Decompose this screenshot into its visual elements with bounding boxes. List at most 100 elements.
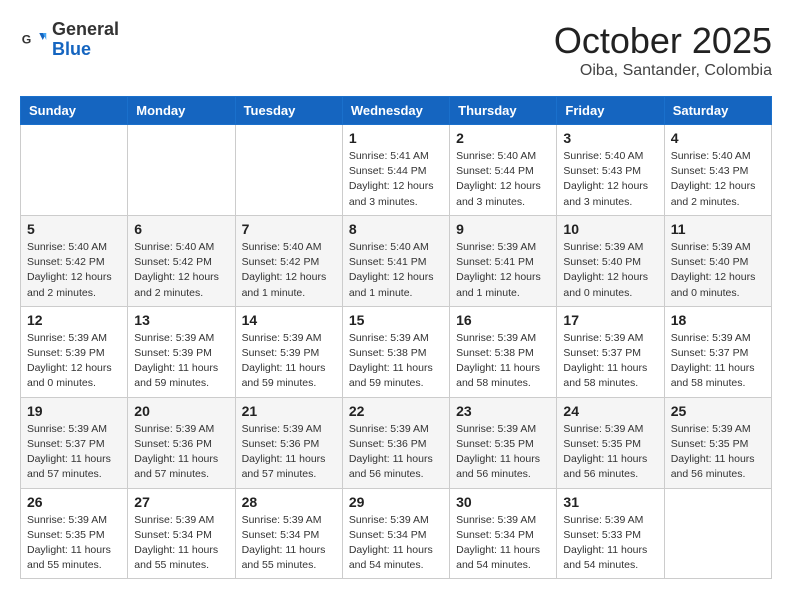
day-number: 8 <box>349 221 443 237</box>
calendar-cell: 25Sunrise: 5:39 AM Sunset: 5:35 PM Dayli… <box>664 397 771 488</box>
calendar-cell: 27 Sunrise: 5:39 AM Sunset: 5:34 PM Dayli… <box>128 488 235 579</box>
weekday-header-sunday: Sunday <box>21 97 128 125</box>
month-title: October 2025 <box>554 20 772 62</box>
calendar-cell: 30 Sunrise: 5:39 AM Sunset: 5:34 PM Dayli… <box>450 488 557 579</box>
weekday-header-thursday: Thursday <box>450 97 557 125</box>
svg-text:G: G <box>22 32 32 46</box>
day-info: Sunrise: 5:40 AM Sunset: 5:43 PM Dayligh… <box>563 149 657 210</box>
page-header: G General Blue October 2025 Oiba, Santan… <box>20 20 772 80</box>
week-row-2: 5 Sunrise: 5:40 AM Sunset: 5:42 PM Daylig… <box>21 215 772 306</box>
title-block: October 2025 Oiba, Santander, Colombia <box>554 20 772 80</box>
day-number: 24 <box>563 403 657 419</box>
day-number: 19 <box>27 403 121 419</box>
day-info: Sunrise: 5:39 AM Sunset: 5:39 PM Dayligh… <box>134 331 228 392</box>
logo-text: General Blue <box>52 20 119 60</box>
day-info: Sunrise: 5:39 AM Sunset: 5:39 PM Dayligh… <box>27 331 121 392</box>
calendar-cell: 21 Sunrise: 5:39 AM Sunset: 5:36 PM Dayli… <box>235 397 342 488</box>
day-info: Sunrise: 5:40 AM Sunset: 5:41 PM Dayligh… <box>349 240 443 301</box>
calendar-cell: 15Sunrise: 5:39 AM Sunset: 5:38 PM Dayli… <box>342 306 449 397</box>
day-number: 6 <box>134 221 228 237</box>
weekday-header-friday: Friday <box>557 97 664 125</box>
calendar-cell: 6 Sunrise: 5:40 AM Sunset: 5:42 PM Daylig… <box>128 215 235 306</box>
day-info: Sunrise: 5:39 AM Sunset: 5:35 PM Dayligh… <box>671 422 765 483</box>
day-info: Sunrise: 5:40 AM Sunset: 5:42 PM Dayligh… <box>242 240 336 301</box>
calendar-cell: 13 Sunrise: 5:39 AM Sunset: 5:39 PM Dayli… <box>128 306 235 397</box>
day-number: 21 <box>242 403 336 419</box>
calendar-cell: 9 Sunrise: 5:39 AM Sunset: 5:41 PM Daylig… <box>450 215 557 306</box>
calendar-cell: 22 Sunrise: 5:39 AM Sunset: 5:36 PM Dayli… <box>342 397 449 488</box>
day-info: Sunrise: 5:39 AM Sunset: 5:37 PM Dayligh… <box>27 422 121 483</box>
day-info: Sunrise: 5:39 AM Sunset: 5:40 PM Dayligh… <box>671 240 765 301</box>
day-info: Sunrise: 5:39 AM Sunset: 5:40 PM Dayligh… <box>563 240 657 301</box>
day-info: Sunrise: 5:39 AM Sunset: 5:36 PM Dayligh… <box>349 422 443 483</box>
day-number: 29 <box>349 494 443 510</box>
calendar-cell: 12 Sunrise: 5:39 AM Sunset: 5:39 PM Dayli… <box>21 306 128 397</box>
day-number: 14 <box>242 312 336 328</box>
calendar-cell: 1 Sunrise: 5:41 AM Sunset: 5:44 PM Daylig… <box>342 125 449 216</box>
day-number: 11 <box>671 221 765 237</box>
day-info: Sunrise: 5:40 AM Sunset: 5:42 PM Dayligh… <box>27 240 121 301</box>
day-info: Sunrise: 5:39 AM Sunset: 5:38 PM Dayligh… <box>456 331 550 392</box>
day-info: Sunrise: 5:39 AM Sunset: 5:34 PM Dayligh… <box>456 513 550 574</box>
day-info: Sunrise: 5:39 AM Sunset: 5:34 PM Dayligh… <box>349 513 443 574</box>
location: Oiba, Santander, Colombia <box>554 62 772 80</box>
day-number: 12 <box>27 312 121 328</box>
day-number: 26 <box>27 494 121 510</box>
week-row-5: 26 Sunrise: 5:39 AM Sunset: 5:35 PM Dayli… <box>21 488 772 579</box>
logo-icon: G <box>20 26 48 54</box>
day-number: 22 <box>349 403 443 419</box>
day-info: Sunrise: 5:39 AM Sunset: 5:33 PM Dayligh… <box>563 513 657 574</box>
calendar-cell: 2Sunrise: 5:40 AM Sunset: 5:44 PM Daylig… <box>450 125 557 216</box>
day-number: 4 <box>671 130 765 146</box>
day-info: Sunrise: 5:39 AM Sunset: 5:35 PM Dayligh… <box>27 513 121 574</box>
day-number: 9 <box>456 221 550 237</box>
calendar-cell: 29 Sunrise: 5:39 AM Sunset: 5:34 PM Dayli… <box>342 488 449 579</box>
calendar-cell: 26 Sunrise: 5:39 AM Sunset: 5:35 PM Dayli… <box>21 488 128 579</box>
day-info: Sunrise: 5:39 AM Sunset: 5:35 PM Dayligh… <box>563 422 657 483</box>
calendar-cell: 8 Sunrise: 5:40 AM Sunset: 5:41 PM Daylig… <box>342 215 449 306</box>
calendar-cell: 19 Sunrise: 5:39 AM Sunset: 5:37 PM Dayli… <box>21 397 128 488</box>
day-number: 3 <box>563 130 657 146</box>
logo: G General Blue <box>20 20 119 60</box>
day-number: 13 <box>134 312 228 328</box>
weekday-header-monday: Monday <box>128 97 235 125</box>
calendar-cell: 10 Sunrise: 5:39 AM Sunset: 5:40 PM Dayli… <box>557 215 664 306</box>
day-info: Sunrise: 5:40 AM Sunset: 5:42 PM Dayligh… <box>134 240 228 301</box>
week-row-4: 19 Sunrise: 5:39 AM Sunset: 5:37 PM Dayli… <box>21 397 772 488</box>
calendar-cell: 17 Sunrise: 5:39 AM Sunset: 5:37 PM Dayli… <box>557 306 664 397</box>
week-row-3: 12 Sunrise: 5:39 AM Sunset: 5:39 PM Dayli… <box>21 306 772 397</box>
calendar-cell <box>235 125 342 216</box>
logo-general: General <box>52 20 119 40</box>
day-info: Sunrise: 5:41 AM Sunset: 5:44 PM Dayligh… <box>349 149 443 210</box>
calendar-cell: 28Sunrise: 5:39 AM Sunset: 5:34 PM Dayli… <box>235 488 342 579</box>
calendar-cell: 23Sunrise: 5:39 AM Sunset: 5:35 PM Dayli… <box>450 397 557 488</box>
day-number: 30 <box>456 494 550 510</box>
day-info: Sunrise: 5:39 AM Sunset: 5:37 PM Dayligh… <box>563 331 657 392</box>
weekday-header-row: SundayMondayTuesdayWednesdayThursdayFrid… <box>21 97 772 125</box>
day-number: 7 <box>242 221 336 237</box>
calendar-cell: 14 Sunrise: 5:39 AM Sunset: 5:39 PM Dayli… <box>235 306 342 397</box>
calendar-cell: 18Sunrise: 5:39 AM Sunset: 5:37 PM Dayli… <box>664 306 771 397</box>
day-info: Sunrise: 5:39 AM Sunset: 5:34 PM Dayligh… <box>134 513 228 574</box>
day-info: Sunrise: 5:40 AM Sunset: 5:44 PM Dayligh… <box>456 149 550 210</box>
calendar-cell: 4Sunrise: 5:40 AM Sunset: 5:43 PM Daylig… <box>664 125 771 216</box>
day-info: Sunrise: 5:39 AM Sunset: 5:37 PM Dayligh… <box>671 331 765 392</box>
day-info: Sunrise: 5:39 AM Sunset: 5:41 PM Dayligh… <box>456 240 550 301</box>
day-number: 17 <box>563 312 657 328</box>
calendar-cell <box>664 488 771 579</box>
day-number: 20 <box>134 403 228 419</box>
day-info: Sunrise: 5:39 AM Sunset: 5:36 PM Dayligh… <box>242 422 336 483</box>
day-info: Sunrise: 5:39 AM Sunset: 5:38 PM Dayligh… <box>349 331 443 392</box>
day-number: 10 <box>563 221 657 237</box>
day-number: 1 <box>349 130 443 146</box>
calendar-cell: 3 Sunrise: 5:40 AM Sunset: 5:43 PM Daylig… <box>557 125 664 216</box>
calendar: SundayMondayTuesdayWednesdayThursdayFrid… <box>20 96 772 579</box>
day-number: 27 <box>134 494 228 510</box>
day-number: 28 <box>242 494 336 510</box>
weekday-header-tuesday: Tuesday <box>235 97 342 125</box>
day-number: 5 <box>27 221 121 237</box>
calendar-cell <box>21 125 128 216</box>
day-number: 16 <box>456 312 550 328</box>
day-info: Sunrise: 5:39 AM Sunset: 5:39 PM Dayligh… <box>242 331 336 392</box>
logo-blue: Blue <box>52 40 119 60</box>
